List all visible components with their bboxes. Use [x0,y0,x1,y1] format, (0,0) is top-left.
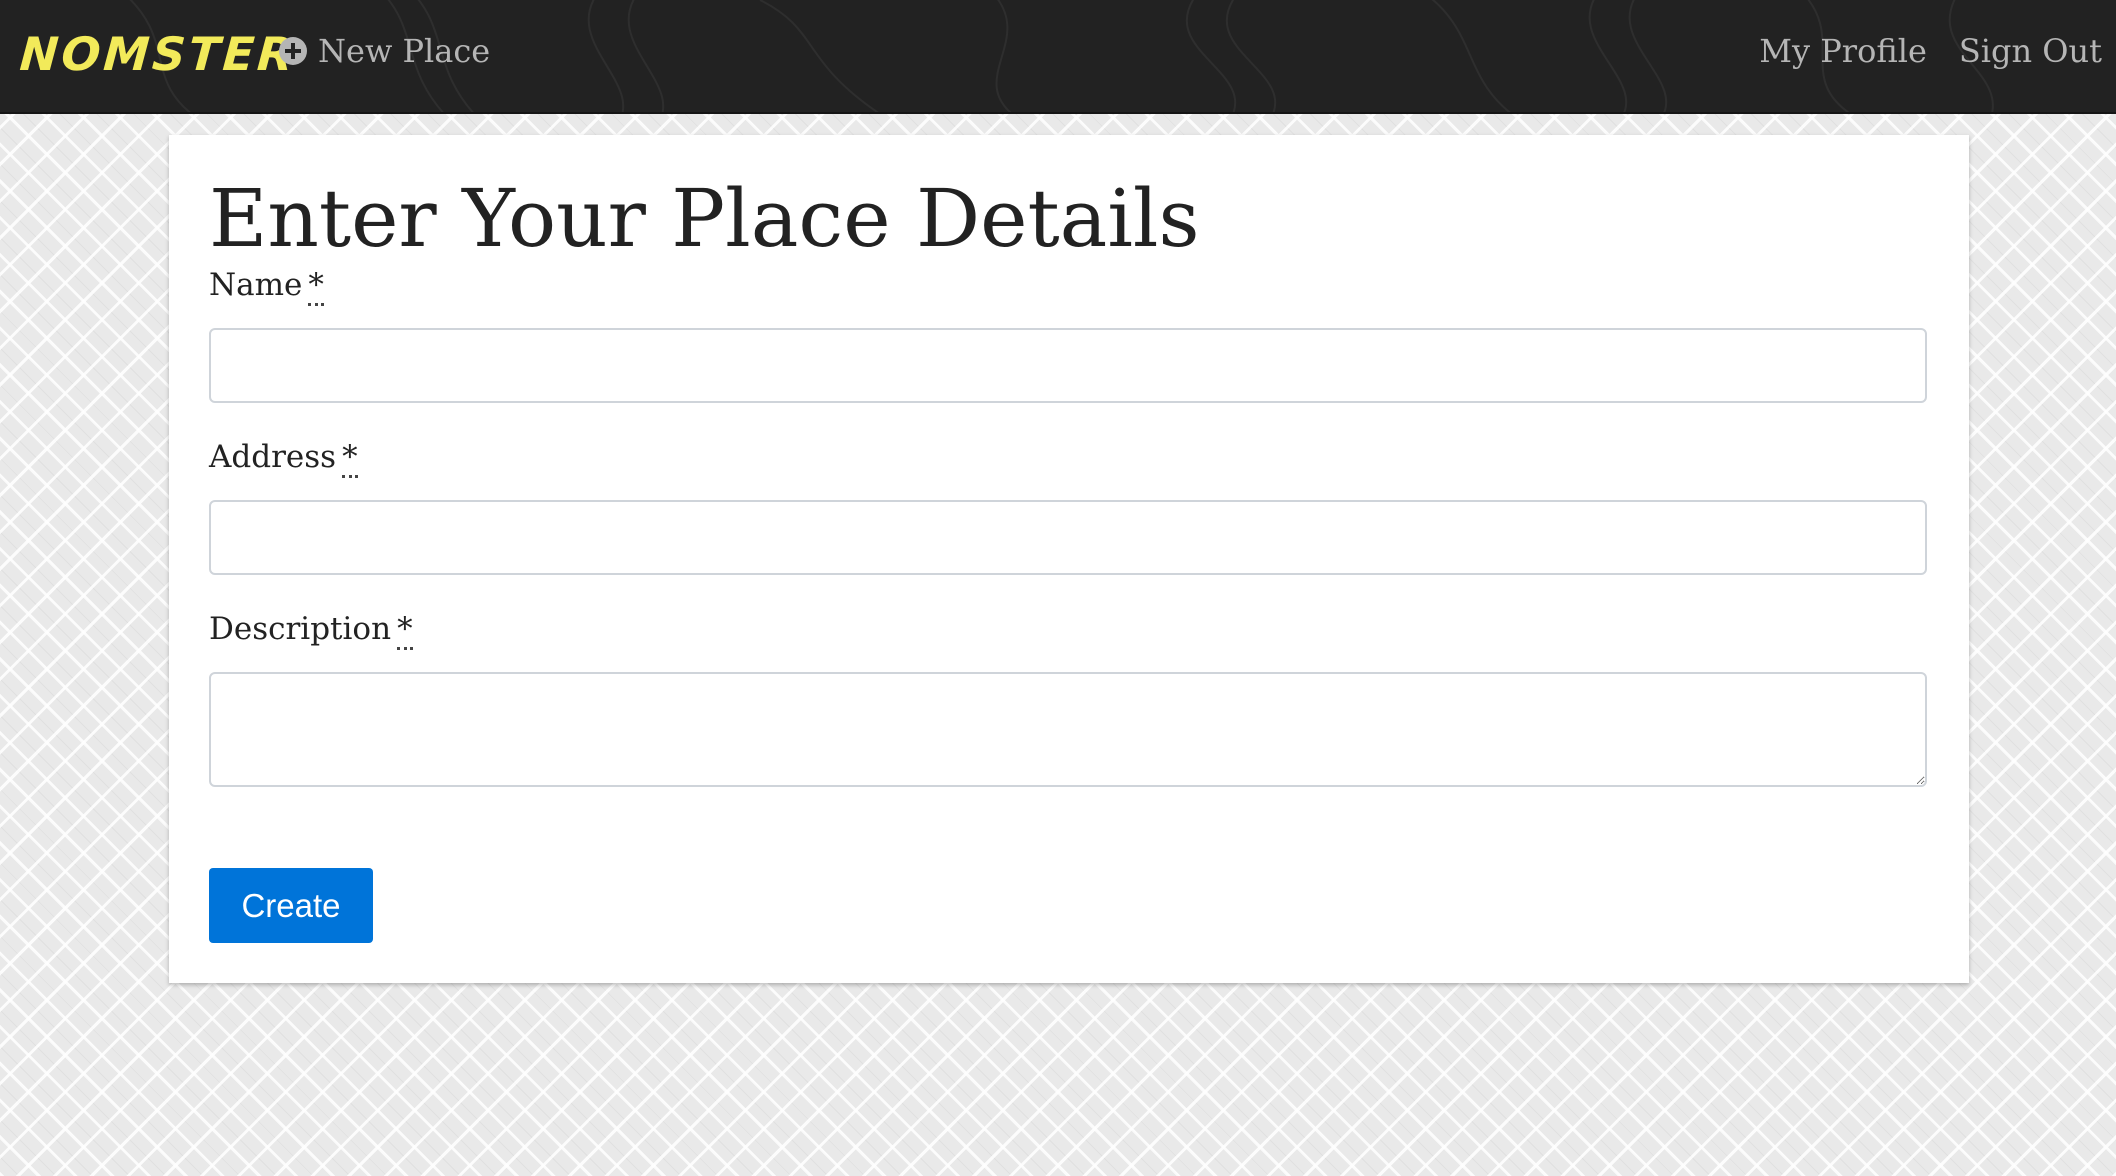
new-place-label: New Place [318,32,491,70]
create-button[interactable]: Create [209,868,373,943]
required-marker: * [308,267,324,306]
my-profile-link[interactable]: My Profile [1759,28,1927,74]
description-label: Description * [209,609,413,650]
name-input[interactable] [209,328,1927,403]
plus-circle-icon [279,37,307,65]
required-marker: * [397,611,413,650]
name-label-text: Name [209,267,303,303]
new-place-link[interactable]: New Place [278,28,490,74]
address-label-text: Address [209,439,337,475]
page-title: Enter Your Place Details [209,172,1200,265]
address-input[interactable] [209,500,1927,575]
name-label: Name * [209,265,324,306]
nav-right-links: My Profile Sign Out [1759,28,2102,74]
description-textarea[interactable] [209,672,1927,787]
top-navbar: NOMSTER New Place My Profile Sign Out [0,0,2116,114]
place-form-card: Enter Your Place Details Name * Address * … [169,135,1969,983]
description-label-text: Description [209,611,392,647]
required-marker: * [342,439,358,478]
address-label: Address * [209,437,358,478]
brand-logo[interactable]: NOMSTER [18,24,298,84]
sign-out-link[interactable]: Sign Out [1959,28,2102,74]
